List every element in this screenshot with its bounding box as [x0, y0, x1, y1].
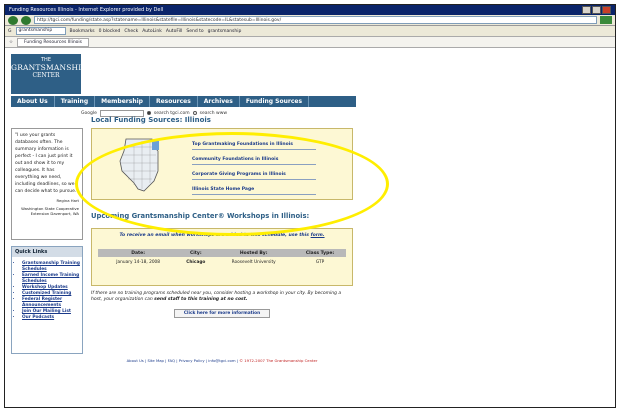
star-icon[interactable]: ☆: [9, 40, 13, 45]
cell-city: Chicago: [186, 259, 206, 265]
radio-label-tgci: search tgci.com: [153, 110, 190, 116]
nav-about-us[interactable]: About Us: [11, 96, 55, 107]
local-funding-panel: Top Grantmaking Foundations in Illinois …: [91, 128, 353, 200]
google-logo-icon: G: [8, 28, 12, 34]
cell-class: GTP: [315, 259, 325, 265]
main-content: Local Funding Sources: Illinois Top Gran…: [91, 116, 353, 318]
go-button[interactable]: [600, 16, 612, 24]
window-titlebar: Funding Resources Illinois - Internet Ex…: [5, 5, 615, 15]
toolbar-item-autofill[interactable]: AutoFill: [166, 29, 182, 34]
cell-date: January 14-18, 2008: [116, 259, 161, 265]
toolbar-search-input[interactable]: grantsmanship: [15, 27, 66, 35]
toolbar-item-highlight[interactable]: grantsmanship: [208, 29, 242, 34]
nav-funding-sources[interactable]: Funding Sources: [240, 96, 310, 107]
forward-icon[interactable]: [21, 15, 31, 25]
col-date: Date:: [98, 249, 179, 257]
toolbar-item-autolink[interactable]: AutoLink: [142, 29, 162, 34]
site-logo[interactable]: THE GRANTSMANSHIP CENTER: [11, 54, 87, 94]
workshops-panel: To receive an email when workshops are a…: [91, 228, 353, 286]
col-hosted-by: Hosted By:: [213, 249, 295, 257]
testimonial-name: Regina Hart: [56, 198, 79, 203]
window-title: Funding Resources Illinois - Internet Ex…: [9, 7, 164, 13]
table-header-row: Date: City: Hosted By: Class Type:: [98, 249, 346, 257]
local-funding-heading: Local Funding Sources: Illinois: [91, 116, 211, 124]
logo-line3: CENTER: [32, 72, 60, 79]
more-info-button[interactable]: Click here for more information: [174, 309, 270, 318]
url-input[interactable]: http://tgci.com/funding/state.asp?staten…: [34, 16, 597, 24]
radio-search-tgci[interactable]: [146, 111, 151, 115]
toolbar-item-bookmarks[interactable]: Bookmarks: [70, 29, 95, 34]
toolbar-item-sendto[interactable]: Send to: [186, 29, 203, 34]
funding-links: Top Grantmaking Foundations in Illinois …: [192, 142, 316, 202]
tab-funding-resources[interactable]: Funding Resources Illinois: [17, 37, 90, 47]
site-footer: About Us | Site Map | FAQ | Privacy Poli…: [91, 358, 353, 363]
email-form-link[interactable]: form.: [311, 233, 325, 238]
quick-link[interactable]: Earned Income Training Schedules: [22, 273, 82, 285]
radio-search-www[interactable]: [192, 111, 197, 115]
tab-label: Funding Resources Illinois: [24, 39, 83, 45]
testimonial: "I use your grants databases often. The …: [11, 128, 83, 240]
upcoming-workshops-heading: Upcoming Grantsmanship Center® Workshops…: [91, 212, 310, 220]
logo-line2: GRANTSMANSHIP: [11, 63, 87, 72]
quick-link[interactable]: Grantsmanship Training Schedules: [22, 261, 82, 273]
col-city: City:: [178, 249, 214, 257]
nav-resources[interactable]: Resources: [150, 96, 198, 107]
toolbar-item-check[interactable]: Check: [124, 29, 138, 34]
close-button[interactable]: [602, 6, 611, 14]
footer-links[interactable]: About Us | Site Map | FAQ | Privacy Poli…: [127, 358, 238, 363]
nav-archives[interactable]: Archives: [198, 96, 240, 107]
nav-membership[interactable]: Membership: [95, 96, 150, 107]
workshop-table: Date: City: Hosted By: Class Type: Janua…: [98, 249, 346, 267]
email-notice: To receive an email when workshops are a…: [98, 233, 346, 239]
quick-link[interactable]: Federal Register Announcements: [22, 297, 82, 309]
hosting-note-bold: send staff to this training at no cost.: [154, 297, 248, 302]
left-column: "I use your grants databases often. The …: [11, 128, 83, 354]
browser-window: Funding Resources Illinois - Internet Ex…: [4, 4, 616, 408]
testimonial-org: Washington State Cooperative Extension D…: [21, 206, 79, 216]
tab-bar: ☆ Funding Resources Illinois: [5, 37, 615, 48]
back-icon[interactable]: [8, 15, 18, 25]
minimize-button[interactable]: [582, 6, 591, 14]
testimonial-text: "I use your grants databases often. The …: [15, 133, 79, 194]
link-state-home-page[interactable]: Illinois State Home Page: [192, 187, 316, 195]
hosting-note: If there are no training programs schedu…: [91, 291, 353, 303]
top-nav: About Us Training Membership Resources A…: [11, 96, 356, 107]
quick-links-box: Quick Links Grantsmanship Training Sched…: [11, 246, 83, 354]
quick-link[interactable]: Our Podcasts: [22, 315, 82, 321]
link-community-foundations[interactable]: Community Foundations in Illinois: [192, 157, 316, 165]
illinois-map-icon[interactable]: [108, 137, 170, 193]
google-label: Google: [81, 110, 97, 116]
footer-copyright: © 1972-2007 The Grantsmanship Center: [239, 358, 318, 363]
site-container: THE GRANTSMANSHIP CENTER About Us Traini…: [11, 54, 356, 354]
col-class-type: Class Type:: [294, 249, 346, 257]
address-bar: http://tgci.com/funding/state.asp?staten…: [5, 15, 615, 26]
google-toolbar: G grantsmanship Bookmarks 0 blocked Chec…: [5, 26, 615, 37]
maximize-button[interactable]: [592, 6, 601, 14]
radio-label-www: search www: [199, 110, 228, 116]
quick-links-list: Grantsmanship Training Schedules Earned …: [12, 257, 82, 321]
page-viewport: THE GRANTSMANSHIP CENTER About Us Traini…: [5, 48, 615, 407]
toolbar-item-blocked[interactable]: 0 blocked: [99, 29, 121, 34]
email-notice-text: To receive an email when workshops are a…: [119, 233, 309, 238]
nav-training[interactable]: Training: [55, 96, 96, 107]
link-top-foundations[interactable]: Top Grantmaking Foundations in Illinois: [192, 142, 316, 150]
quick-links-title: Quick Links: [12, 247, 82, 257]
toolbar-search-value: grantsmanship: [18, 28, 53, 33]
table-row: January 14-18, 2008 Chicago Roosevelt Un…: [98, 257, 346, 267]
link-corporate-giving[interactable]: Corporate Giving Programs in Illinois: [192, 172, 316, 180]
cell-host: Roosevelt University: [231, 259, 276, 265]
window-controls: [582, 6, 611, 14]
